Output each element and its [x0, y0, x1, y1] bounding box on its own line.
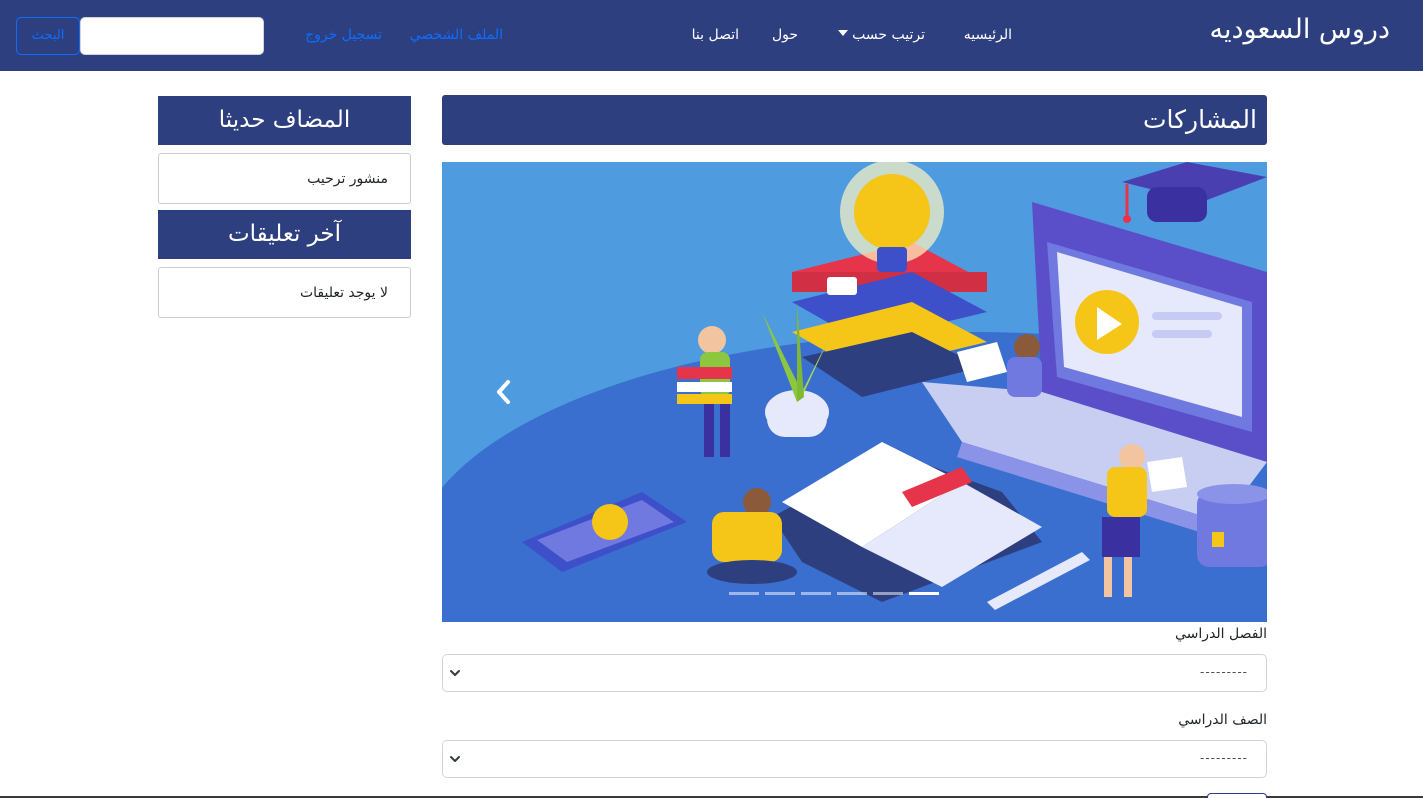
chevron-down-icon: [450, 670, 460, 676]
carousel-indicator[interactable]: [765, 592, 795, 595]
nav-sort-dropdown[interactable]: ترتيب حسب: [838, 27, 925, 43]
brand-title[interactable]: دروس السعوديه: [1210, 14, 1390, 45]
nav-contact[interactable]: اتصل بنا: [692, 27, 739, 43]
semester-select[interactable]: ---------: [442, 654, 1267, 692]
logout-link[interactable]: تسجيل خروج: [305, 27, 382, 43]
top-navbar: دروس السعوديه الرئيسيه ترتيب حسب حول اتص…: [0, 0, 1423, 71]
caret-down-icon: [838, 30, 849, 36]
search-input[interactable]: [80, 17, 264, 55]
nav-home[interactable]: الرئيسيه: [964, 27, 1012, 43]
no-comments-text: لا يوجد تعليقات: [158, 267, 411, 318]
nav-about[interactable]: حول: [772, 27, 798, 43]
carousel-prev-icon[interactable]: [493, 377, 515, 407]
carousel-indicator[interactable]: [837, 592, 867, 595]
search-button[interactable]: البحث: [16, 17, 80, 55]
grade-select[interactable]: ---------: [442, 740, 1267, 778]
grade-label: الصف الدراسي: [1178, 712, 1267, 728]
recent-post-item[interactable]: منشور ترحيب: [158, 153, 411, 204]
latest-comments-heading: آخر تعليقات: [158, 210, 411, 259]
carousel-indicator[interactable]: [873, 592, 903, 595]
nav-sort-label: ترتيب حسب: [852, 27, 925, 43]
semester-selected-value: ---------: [1200, 665, 1248, 679]
carousel-indicator[interactable]: [801, 592, 831, 595]
grade-selected-value: ---------: [1200, 751, 1248, 765]
semester-label: الفصل الدراسي: [1175, 626, 1267, 642]
profile-link[interactable]: الملف الشخصي: [410, 27, 503, 43]
recent-posts-heading: المضاف حديثا: [158, 96, 411, 145]
carousel-indicators: [729, 592, 939, 596]
carousel-slide-image: [442, 162, 1267, 622]
education-illustration: [442, 162, 1267, 622]
carousel-indicator-active[interactable]: [909, 592, 939, 595]
carousel-indicator[interactable]: [729, 592, 759, 595]
chevron-down-icon: [450, 756, 460, 762]
posts-heading: المشاركات: [442, 95, 1267, 145]
submit-button-partial[interactable]: [1207, 793, 1267, 798]
